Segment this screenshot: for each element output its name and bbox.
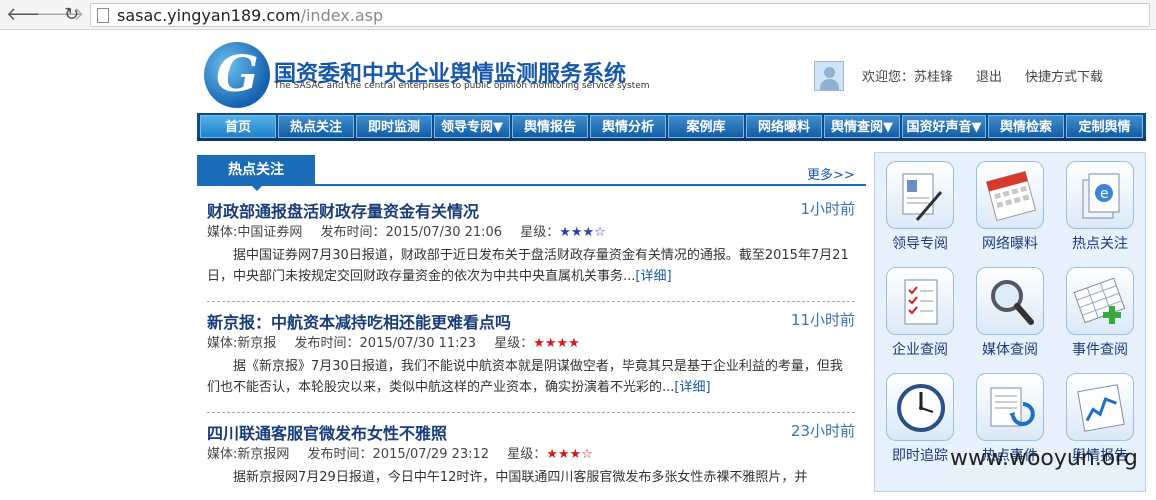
ie-document-icon: e (1066, 161, 1134, 229)
divider (207, 412, 855, 413)
news-age: 23小时前 (790, 422, 855, 440)
news-age: 11小时前 (790, 311, 855, 329)
nav-search[interactable]: 舆情检索 (988, 115, 1064, 138)
calendar-icon (976, 161, 1044, 229)
reload-icon[interactable]: ↻ (64, 4, 79, 26)
tile-event-lookup[interactable]: 事件查阅 (1055, 267, 1145, 359)
tile-network-disclosure[interactable]: 网络曝料 (965, 161, 1055, 253)
news-media: 媒体:中国证券网 (207, 225, 303, 240)
news-published: 发布时间：2015/07/30 21:06 (320, 225, 503, 240)
nav-leader-reading[interactable]: 领导专阅▼ (434, 115, 510, 138)
news-title[interactable]: 新京报：中航资本减持吃相还能更难看点吗 (207, 309, 511, 333)
news-published: 发布时间：2015/07/29 23:12 (307, 447, 490, 462)
news-rating-label: 星级： (494, 336, 534, 351)
rating-stars: ★★★☆ (546, 447, 593, 462)
hot-news-panel: 热点关注 更多>> 财政部通报盘活财政存量资金有关情况 1小时前 媒体:中国证券… (197, 155, 866, 495)
news-media: 媒体:新京报 (207, 336, 277, 351)
news-summary: 据《新京报》7月30日报道，我们不能说中航资本就是阴谋做空者，毕竟其只是基于企业… (207, 359, 843, 395)
tile-media-lookup[interactable]: 媒体查阅 (965, 267, 1055, 359)
nav-custom[interactable]: 定制舆情 (1066, 115, 1143, 138)
url-text: sasac.yingyan189.com/index.asp (117, 6, 384, 25)
news-item: 四川联通客服官微发布女性不雅照 23小时前 媒体:新京报网 发布时间：2015/… (207, 420, 855, 500)
news-published: 发布时间：2015/07/30 11:23 (294, 336, 477, 351)
page-icon (97, 8, 109, 23)
shortcut-download-link[interactable]: 快捷方式下载 (1025, 66, 1103, 85)
news-age: 1小时前 (800, 200, 855, 218)
nav-network-disclosure[interactable]: 网络曝料 (746, 115, 822, 138)
news-meta: 媒体:中国证券网 发布时间：2015/07/30 21:06 星级：★★★☆ (207, 221, 606, 240)
news-title[interactable]: 四川联通客服官微发布女性不雅照 (207, 420, 447, 444)
site-logo-icon[interactable]: G (204, 42, 270, 108)
tile-enterprise-lookup[interactable]: 企业查阅 (875, 267, 965, 359)
avatar (814, 61, 844, 91)
news-item: 财政部通报盘活财政存量资金有关情况 1小时前 媒体:中国证券网 发布时间：201… (207, 198, 855, 298)
news-summary: 据中国证券网7月30日报道，财政部于近日发布关于盘活财政存量资金有关情况的通报。… (207, 248, 849, 284)
quick-access-panel: 领导专阅 网络曝料 e 热点关注 企业查阅 媒体查阅 事件查阅 即时追踪 热点事… (874, 152, 1146, 492)
watermark: www.wooyun.org (950, 446, 1138, 471)
news-item: 新京报：中航资本减持吃相还能更难看点吗 11小时前 媒体:新京报 发布时间：20… (207, 309, 855, 409)
rating-stars: ★★★☆ (559, 225, 606, 240)
main-nav: 首页 热点关注 即时监测 领导专阅▼ 舆情报告 舆情分析 案例库 网络曝料 舆情… (197, 113, 1146, 141)
nav-analysis[interactable]: 舆情分析 (590, 115, 666, 138)
tile-leader-reading[interactable]: 领导专阅 (875, 161, 965, 253)
more-link[interactable]: 更多>> (807, 164, 855, 183)
address-bar[interactable]: sasac.yingyan189.com/index.asp (90, 3, 1150, 27)
nav-home[interactable]: 首页 (200, 115, 276, 138)
checklist-icon (886, 267, 954, 335)
nav-hot-focus[interactable]: 热点关注 (278, 115, 354, 138)
nav-realtime-monitor[interactable]: 即时监测 (356, 115, 432, 138)
logout-link[interactable]: 退出 (976, 66, 1002, 85)
document-refresh-icon (976, 373, 1044, 441)
news-rating-label: 星级： (507, 447, 547, 462)
nav-good-voice[interactable]: 国资好声音▼ (902, 115, 986, 138)
nav-case-library[interactable]: 案例库 (668, 115, 744, 138)
hot-focus-tab[interactable]: 热点关注 (197, 155, 315, 191)
news-summary: 据新京报网7月29日报道，今日中午12时许，中国联通四川客服官微发布多张女性赤裸… (233, 470, 808, 485)
divider (207, 301, 855, 302)
news-media: 媒体:新京报网 (207, 447, 290, 462)
chart-book-icon (1066, 373, 1134, 441)
svg-text:e: e (1100, 186, 1109, 202)
detail-link[interactable]: [详细] (674, 380, 710, 395)
tile-hot-focus[interactable]: e 热点关注 (1055, 161, 1145, 253)
nav-opinion-lookup[interactable]: 舆情查阅▼ (824, 115, 900, 138)
news-rating-label: 星级： (520, 225, 560, 240)
spreadsheet-add-icon (1066, 267, 1134, 335)
news-meta: 媒体:新京报 发布时间：2015/07/30 11:23 星级：★★★★ (207, 332, 580, 351)
clock-icon (886, 373, 954, 441)
site-subtitle: The SASAC and the central enterprises to… (274, 81, 650, 91)
news-title[interactable]: 财政部通报盘活财政存量资金有关情况 (207, 198, 479, 222)
document-pen-icon (886, 161, 954, 229)
browser-toolbar: 🡐 🡒 ↻ sasac.yingyan189.com/index.asp (0, 0, 1156, 30)
rating-stars: ★★★★ (533, 336, 580, 351)
welcome-text: 欢迎您：苏桂锋 (862, 70, 954, 85)
detail-link[interactable]: [详细] (635, 269, 671, 284)
panel-divider (197, 184, 866, 186)
news-meta: 媒体:新京报网 发布时间：2015/07/29 23:12 星级：★★★☆ (207, 443, 593, 462)
magnifier-icon (976, 267, 1044, 335)
nav-report[interactable]: 舆情报告 (512, 115, 588, 138)
